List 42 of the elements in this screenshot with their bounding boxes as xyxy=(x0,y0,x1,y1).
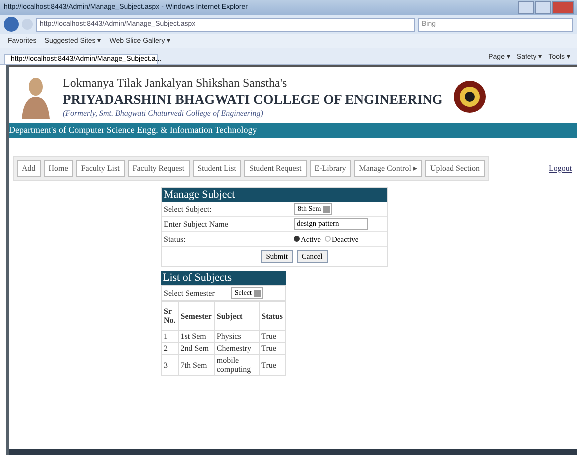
department-bar: Department's of Computer Science Engg. & Information Technology xyxy=(9,123,577,138)
column-header: Subject xyxy=(214,302,260,330)
figure-emblem-icon xyxy=(19,75,53,119)
table-cell: 2 xyxy=(162,342,178,354)
nav-item[interactable]: E-Library xyxy=(310,160,352,177)
table-cell: True xyxy=(259,342,286,354)
college-name: PRIYADARSHINI BHAGWATI COLLEGE OF ENGINEERING xyxy=(63,91,443,109)
table-cell: Physics xyxy=(214,330,260,342)
nav-item[interactable]: Student Request xyxy=(244,160,307,177)
panel-title: List of Subjects xyxy=(161,271,286,285)
table-cell: mobile computing xyxy=(214,354,260,376)
table-cell: 1 xyxy=(162,330,178,342)
nav-item[interactable]: Faculty List xyxy=(76,160,125,177)
minimize-button[interactable] xyxy=(518,1,534,14)
column-header: Sr No. xyxy=(162,302,178,330)
table-cell: 1st Sem xyxy=(178,330,214,342)
nav-item[interactable]: Faculty Request xyxy=(128,160,190,177)
field-label: Enter Subject Name xyxy=(163,220,230,228)
table-cell: Chemestry xyxy=(214,342,260,354)
close-button[interactable] xyxy=(552,1,574,14)
college-subtitle: (Formerly, Smt. Bhagwati Chaturvedi College of Engineering) xyxy=(63,109,264,118)
trust-name: Lokmanya Tilak Jankalyan Shikshan Sanstha's xyxy=(63,76,288,91)
table-cell: 2nd Sem xyxy=(178,342,214,354)
nav-item[interactable]: Add xyxy=(17,160,41,177)
maximize-button[interactable] xyxy=(535,1,551,14)
logout-link[interactable]: Logout xyxy=(549,164,572,173)
column-header: Status xyxy=(259,302,286,330)
table-cell: True xyxy=(259,354,286,376)
panel-title: Manage Subject xyxy=(162,188,387,202)
field-label: Select Subject: xyxy=(163,204,213,214)
seal-icon xyxy=(453,80,487,114)
nav-item[interactable]: Home xyxy=(44,160,74,177)
column-header: Semester xyxy=(178,302,214,330)
nav-item[interactable]: Student List xyxy=(192,160,242,177)
table-cell: 3 xyxy=(162,354,178,376)
table-cell: 7th Sem xyxy=(178,354,214,376)
back-button[interactable] xyxy=(4,17,19,32)
field-label: Select Semester xyxy=(164,288,215,298)
field-label: Status: xyxy=(163,234,187,244)
table-cell: True xyxy=(259,330,286,342)
nav-item[interactable]: Upload Section xyxy=(425,160,485,177)
nav-item[interactable]: Manage Control ▸ xyxy=(354,160,422,177)
